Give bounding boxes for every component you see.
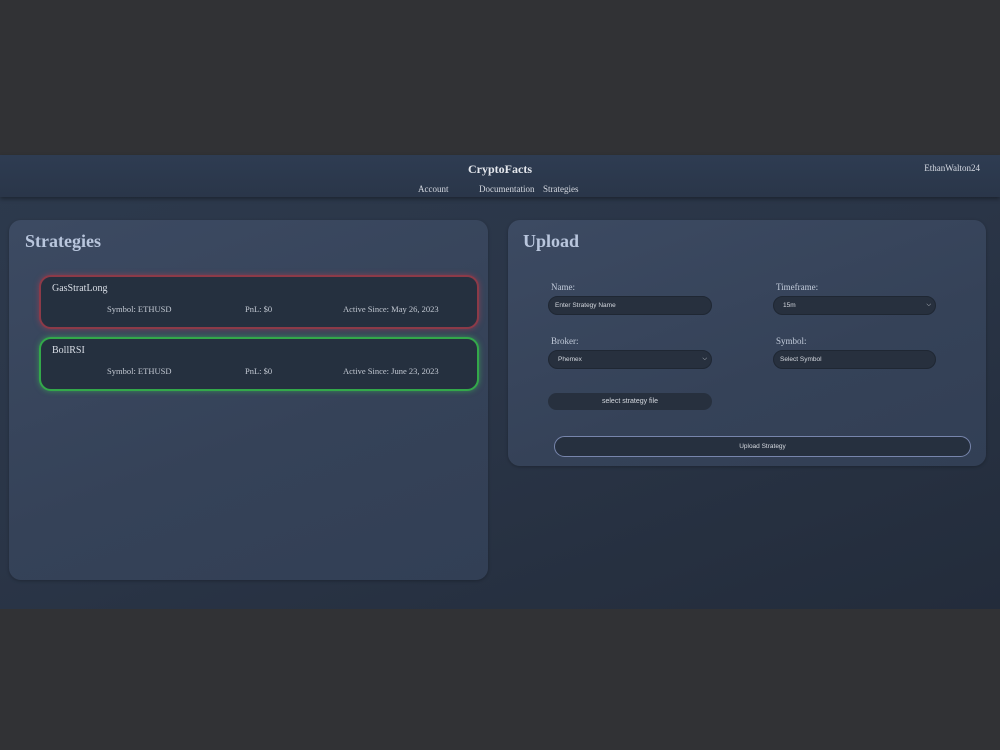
timeframe-label: Timeframe: <box>776 282 819 292</box>
chevron-down-icon: ⌵ <box>702 356 707 362</box>
strategy-active-since: Active Since: May 26, 2023 <box>343 304 439 314</box>
broker-select[interactable]: Phemex ⌵ <box>548 350 712 369</box>
strategy-symbol: Symbol: ETHUSD <box>107 366 172 376</box>
upload-panel: Upload Name: Enter Strategy Name Timefra… <box>508 220 986 466</box>
brand-title: CryptoFacts <box>468 162 532 176</box>
symbol-label: Symbol: <box>776 336 807 346</box>
strategy-name-input[interactable]: Enter Strategy Name <box>548 296 712 315</box>
nav-documentation[interactable]: Documentation <box>479 184 535 194</box>
strategy-card[interactable]: GasStratLong Symbol: ETHUSD PnL: $0 Acti… <box>39 275 479 329</box>
strategy-active-since: Active Since: June 23, 2023 <box>343 366 439 376</box>
upload-strategy-button[interactable]: Upload Strategy <box>554 436 971 457</box>
symbol-select[interactable]: Select Symbol <box>773 350 936 369</box>
broker-value: Phemex <box>558 356 582 363</box>
top-bar: CryptoFacts EthanWalton24 Account Docume… <box>0 155 1000 197</box>
nav-strategies[interactable]: Strategies <box>543 184 579 194</box>
strategy-name-placeholder: Enter Strategy Name <box>555 302 616 309</box>
name-label: Name: <box>551 282 575 292</box>
strategy-pnl: PnL: $0 <box>245 304 273 314</box>
broker-label: Broker: <box>551 336 579 346</box>
strategy-name: BollRSI <box>52 345 85 356</box>
app-window: CryptoFacts EthanWalton24 Account Docume… <box>0 155 1000 609</box>
select-file-button[interactable]: select strategy file <box>548 393 712 410</box>
timeframe-select[interactable]: 15m ⌵ <box>773 296 936 315</box>
upload-title: Upload <box>523 231 580 251</box>
timeframe-value: 15m <box>783 302 796 309</box>
chevron-down-icon: ⌵ <box>926 302 931 308</box>
nav-account[interactable]: Account <box>418 184 449 194</box>
strategy-card[interactable]: BollRSI Symbol: ETHUSD PnL: $0 Active Si… <box>39 337 479 391</box>
strategy-symbol: Symbol: ETHUSD <box>107 304 172 314</box>
strategy-pnl: PnL: $0 <box>245 366 273 376</box>
strategy-name: GasStratLong <box>52 283 108 294</box>
symbol-placeholder: Select Symbol <box>780 356 822 363</box>
strategies-panel: Strategies GasStratLong Symbol: ETHUSD P… <box>9 220 488 580</box>
user-name[interactable]: EthanWalton24 <box>924 163 980 173</box>
strategies-title: Strategies <box>25 231 101 251</box>
